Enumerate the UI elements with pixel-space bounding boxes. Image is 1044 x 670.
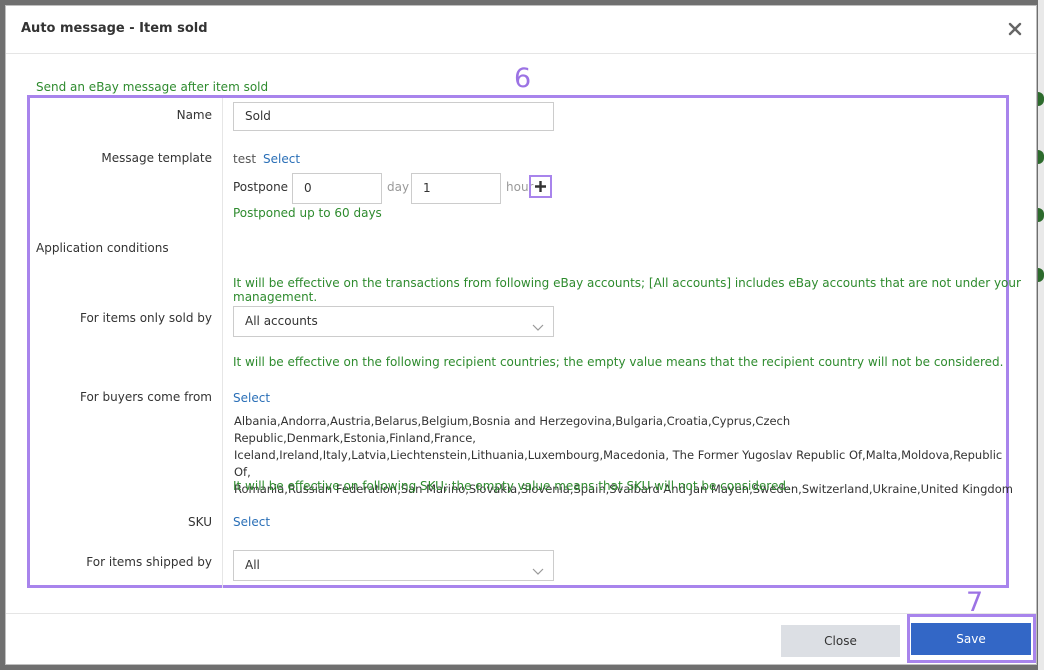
close-button[interactable]: Close xyxy=(781,625,900,657)
postpone-hour-input[interactable]: 1 xyxy=(411,173,501,204)
countries-line: Iceland,Ireland,Italy,Latvia,Liechtenste… xyxy=(234,448,1003,479)
countries-note: It will be effective on the following re… xyxy=(233,355,1004,369)
template-current-value: test xyxy=(233,152,257,166)
countries-line: Albania,Andorra,Austria,Belarus,Belgium,… xyxy=(234,414,791,445)
plus-icon xyxy=(534,180,547,193)
countries-label: For buyers come from xyxy=(79,390,212,404)
sku-select-link[interactable]: Select xyxy=(233,515,270,529)
add-postpone-button[interactable] xyxy=(529,175,552,198)
sku-note: It will be effective on following SKU; t… xyxy=(233,479,790,493)
save-button[interactable]: Save xyxy=(911,623,1031,655)
shipping-label: For items shipped by xyxy=(86,555,212,569)
countries-select-link[interactable]: Select xyxy=(233,391,270,405)
name-input[interactable]: Sold xyxy=(233,102,554,131)
chevron-down-icon xyxy=(532,559,544,588)
annotation-step-7: 7 xyxy=(966,587,984,618)
postpone-day-input[interactable]: 0 xyxy=(292,173,382,204)
sku-label: SKU xyxy=(188,515,212,529)
shipping-select[interactable]: All xyxy=(233,550,554,581)
postpone-note: Postponed up to 60 days xyxy=(233,206,382,220)
shipping-selected-value: All xyxy=(245,558,260,572)
dialog-header: Auto message - Item sold xyxy=(6,6,1036,54)
dialog-intro: Send an eBay message after item sold xyxy=(36,80,269,94)
name-label: Name xyxy=(176,108,212,122)
chevron-down-icon xyxy=(532,315,544,344)
auto-message-dialog: Auto message - Item sold Send an eBay me… xyxy=(5,5,1037,665)
template-select-link[interactable]: Select xyxy=(263,152,300,166)
dialog-title: Auto message - Item sold xyxy=(21,21,208,36)
accounts-select[interactable]: All accounts xyxy=(233,306,554,337)
label-column-divider xyxy=(222,98,223,588)
accounts-label: For items only sold by xyxy=(79,311,212,325)
footer-divider xyxy=(6,613,1036,614)
postpone-label: Postpone xyxy=(233,180,289,194)
annotation-step-6: 6 xyxy=(514,63,532,94)
message-template-label: Message template xyxy=(101,151,212,165)
application-conditions-heading: Application conditions xyxy=(36,241,169,255)
accounts-selected-value: All accounts xyxy=(245,314,318,328)
close-x-icon[interactable] xyxy=(1005,19,1025,39)
postpone-day-unit: day xyxy=(387,180,410,194)
accounts-note: It will be effective on the transactions… xyxy=(233,276,1021,304)
